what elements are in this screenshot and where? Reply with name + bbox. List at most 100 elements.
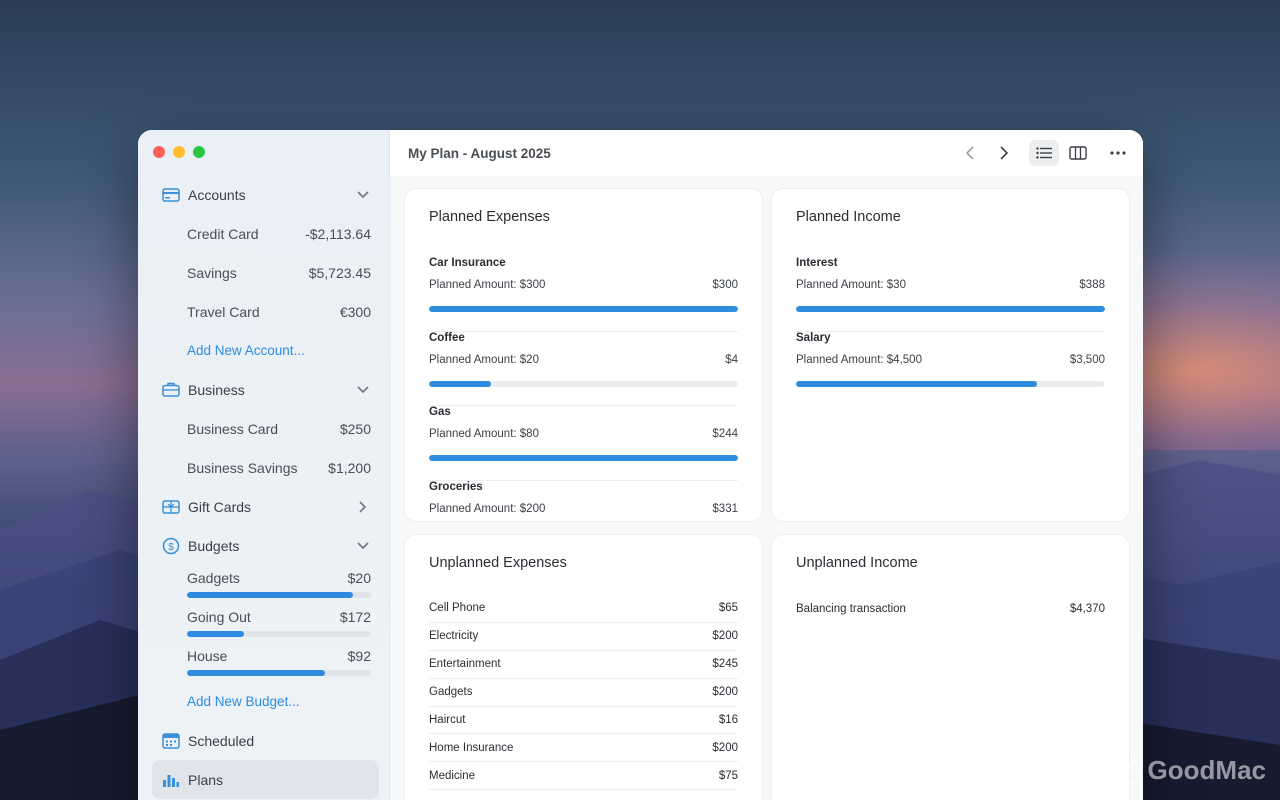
list-item[interactable]: Car Insurance Planned Amount: $300 $300: [429, 257, 738, 332]
budget-progress-bar: [187, 631, 371, 637]
account-balance: €300: [339, 303, 371, 320]
list-item[interactable]: Entertainment $245: [429, 651, 738, 679]
card-title: Planned Expenses: [429, 209, 550, 225]
credit-card-icon: [162, 186, 180, 204]
item-amount: $65: [718, 602, 738, 615]
bar-chart-icon: [162, 771, 180, 789]
plan-cards: Planned Expenses Car Insurance Planned A…: [404, 188, 1131, 800]
item-amount: $245: [712, 658, 738, 671]
sidebar-budget-going-out[interactable]: Going Out $172: [152, 604, 379, 643]
view-mode-controls: [1029, 140, 1093, 166]
list-item[interactable]: Groceries Planned Amount: $200 $331: [429, 480, 738, 522]
sidebar-item-savings[interactable]: Savings $5,723.45: [152, 253, 379, 292]
zoom-window-button[interactable]: [193, 146, 205, 158]
budget-amount: $92: [347, 648, 371, 664]
more-controls: [1103, 140, 1133, 166]
account-name: Business Savings: [187, 459, 298, 476]
list-icon: [1036, 147, 1052, 159]
list-item[interactable]: Salary Planned Amount: $4,500 $3,500: [796, 332, 1105, 407]
item-name: Medicine: [429, 769, 476, 782]
sidebar-section-label: Business: [188, 381, 245, 398]
list-item[interactable]: Electricity $200: [429, 623, 738, 651]
planned-amount: Planned Amount: $200: [429, 502, 546, 515]
planned-amount: Planned Amount: $30: [796, 279, 906, 291]
item-amount: $16: [718, 714, 738, 726]
item-name: Balancing transaction: [796, 602, 906, 615]
minimize-window-button[interactable]: [173, 146, 185, 158]
gift-card-icon: [162, 498, 180, 516]
item-amount: $200: [712, 686, 738, 699]
progress-fill: [796, 380, 1038, 387]
column-view-button[interactable]: [1063, 140, 1093, 166]
item-amount: $200: [712, 741, 738, 754]
budget-name: Going Out: [187, 609, 251, 625]
actual-amount: $244: [712, 428, 738, 440]
chevron-right-icon[interactable]: [355, 499, 371, 515]
planned-amount: Planned Amount: $300: [429, 279, 546, 291]
actual-amount: $388: [1079, 279, 1105, 291]
account-balance: $5,723.45: [308, 264, 371, 281]
list-item[interactable]: Balancing transaction $4,370: [796, 595, 1105, 623]
unplanned-expenses-card: Unplanned Expenses Cell Phone $65 Electri…: [404, 534, 763, 800]
item-amount: $75: [718, 769, 738, 782]
planned-income-list: Interest Planned Amount: $30 $388 Salary …: [796, 257, 1105, 406]
sidebar-section-plans[interactable]: Plans: [152, 760, 379, 799]
more-options-button[interactable]: [1103, 140, 1133, 166]
chevron-down-icon[interactable]: [355, 382, 371, 398]
list-item[interactable]: Cell Phone $65: [429, 595, 738, 623]
list-item[interactable]: Medicine $75: [429, 762, 738, 791]
item-name: Cell Phone: [429, 602, 486, 615]
navigation-controls: [955, 140, 1019, 166]
list-item[interactable]: Haircut $16: [429, 707, 738, 735]
columns-icon: [1069, 146, 1087, 160]
item-name: Groceries: [429, 480, 483, 493]
sidebar-budget-house[interactable]: House $92: [152, 643, 379, 682]
chevron-down-icon[interactable]: [355, 187, 371, 203]
item-name: Home Insurance: [429, 741, 514, 754]
planned-amount: Planned Amount: $20: [429, 353, 539, 366]
sidebar-section-accounts[interactable]: Accounts: [152, 175, 379, 214]
item-name: Gas: [429, 406, 451, 418]
sidebar-section-scheduled[interactable]: Scheduled: [152, 721, 379, 760]
app-window: Accounts Credit Card -$2,113.64 Savings …: [138, 130, 1143, 800]
sidebar-item-credit-card[interactable]: Credit Card -$2,113.64: [152, 214, 379, 253]
sidebar-item-business-card[interactable]: Business Card $250: [152, 409, 379, 448]
watermark: GoodMac: [1114, 755, 1266, 786]
item-name: Entertainment: [429, 658, 501, 671]
account-balance: $250: [339, 420, 371, 437]
list-item[interactable]: Home Insurance $200: [429, 734, 738, 763]
list-item[interactable]: Interest Planned Amount: $30 $388: [796, 257, 1105, 332]
sidebar-section-budgets[interactable]: $ Budgets: [152, 526, 379, 565]
budget-progress-fill: [187, 631, 245, 637]
actual-amount: $331: [712, 502, 738, 515]
list-view-button[interactable]: [1029, 140, 1059, 166]
budget-amount: $20: [347, 570, 371, 586]
sidebar-item-business-savings[interactable]: Business Savings $1,200: [152, 448, 379, 487]
previous-month-button[interactable]: [955, 140, 985, 166]
item-name: Coffee: [429, 331, 465, 344]
progress-fill: [429, 380, 491, 387]
dollar-circle-icon: $: [162, 537, 180, 555]
sidebar-budget-gadgets[interactable]: Gadgets $20: [152, 565, 379, 604]
toolbar: My Plan - August 2025: [390, 130, 1143, 176]
account-name: Business Card: [187, 420, 279, 437]
list-item[interactable]: Gadgets $200: [429, 679, 738, 707]
sidebar-item-travel-card[interactable]: Travel Card €300: [152, 292, 379, 331]
item-amount: $200: [712, 630, 738, 643]
add-new-budget-link[interactable]: Add New Budget...: [152, 682, 379, 721]
sidebar-section-label: Scheduled: [188, 732, 255, 749]
sidebar-section-business[interactable]: Business: [152, 370, 379, 409]
planned-expenses-list: Car Insurance Planned Amount: $300 $300 C…: [429, 257, 738, 522]
progress-fill: [796, 306, 1105, 312]
card-title: Planned Income: [796, 209, 901, 225]
list-item[interactable]: Gas Planned Amount: $80 $244: [429, 406, 738, 481]
add-new-account-link[interactable]: Add New Account...: [152, 331, 379, 370]
window-controls: [153, 146, 205, 158]
close-window-button[interactable]: [153, 146, 165, 158]
planned-expenses-card: Planned Expenses Car Insurance Planned A…: [404, 188, 763, 522]
budget-progress-bar: [187, 592, 371, 598]
chevron-down-icon[interactable]: [355, 538, 371, 554]
next-month-button[interactable]: [989, 140, 1019, 166]
sidebar-section-gift-cards[interactable]: Gift Cards: [152, 487, 379, 526]
list-item[interactable]: Coffee Planned Amount: $20 $4: [429, 331, 738, 406]
